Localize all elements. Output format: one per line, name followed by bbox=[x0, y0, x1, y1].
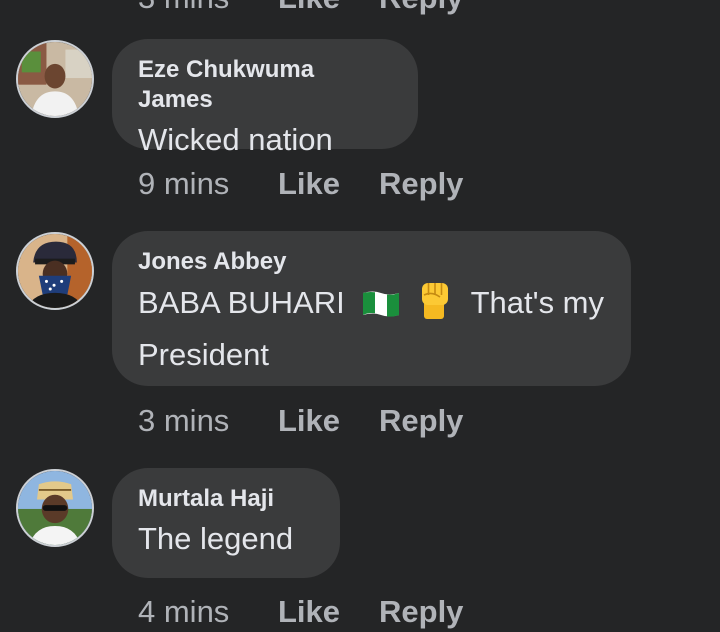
like-button[interactable]: Like bbox=[278, 403, 379, 439]
comment-actions-top: 3 mins Like Reply bbox=[138, 0, 463, 18]
avatar[interactable] bbox=[16, 469, 94, 547]
like-button[interactable]: Like bbox=[278, 594, 379, 630]
comment-timestamp: 9 mins bbox=[138, 166, 230, 201]
comment-author[interactable]: Murtala Haji bbox=[138, 484, 314, 514]
like-button[interactable]: Like bbox=[278, 166, 379, 202]
profile-photo-icon bbox=[18, 42, 92, 116]
comment-actions: 4 mins Like Reply bbox=[138, 592, 463, 632]
profile-photo-icon bbox=[18, 471, 92, 545]
reply-button[interactable]: Reply bbox=[379, 166, 463, 202]
avatar[interactable] bbox=[16, 40, 94, 118]
comment-timestamp: 3 mins bbox=[138, 403, 230, 438]
comment-text-line: President bbox=[138, 337, 269, 372]
like-button[interactable]: Like bbox=[278, 0, 379, 16]
comment-text: BABA BUHARI That's my bbox=[138, 279, 605, 332]
comment-actions: 9 mins Like Reply bbox=[138, 164, 463, 204]
comment-bubble: Eze Chukwuma James Wicked nation bbox=[112, 39, 418, 157]
comment-bubble: Murtala Haji The legend bbox=[112, 468, 340, 578]
comment-text: The legend bbox=[138, 521, 294, 556]
comment-bubble: Jones Abbey BABA BUHARI That's my Presid… bbox=[112, 231, 631, 386]
avatar[interactable] bbox=[16, 232, 94, 310]
reply-button[interactable]: Reply bbox=[379, 0, 463, 16]
comment-author[interactable]: Eze Chukwuma James bbox=[138, 55, 392, 115]
reply-button[interactable]: Reply bbox=[379, 594, 463, 630]
comment-text-line: That's my bbox=[470, 285, 605, 320]
comment-text-line: BABA BUHARI bbox=[138, 285, 345, 320]
comment-text: Wicked nation bbox=[138, 122, 333, 157]
profile-photo-icon bbox=[18, 234, 92, 308]
raised-fist-icon bbox=[418, 279, 452, 332]
comment-timestamp: 4 mins bbox=[138, 594, 230, 629]
comment-actions: 3 mins Like Reply bbox=[138, 401, 463, 441]
comment-author[interactable]: Jones Abbey bbox=[138, 247, 605, 277]
reply-button[interactable]: Reply bbox=[379, 403, 463, 439]
comment-timestamp: 3 mins bbox=[138, 0, 278, 16]
nigeria-flag-icon bbox=[361, 286, 401, 332]
